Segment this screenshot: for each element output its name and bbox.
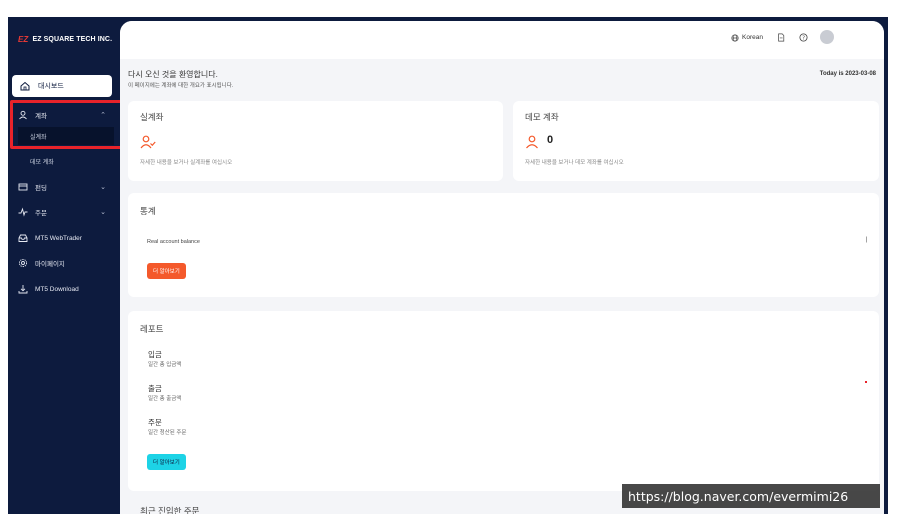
report-dot	[865, 381, 867, 383]
card-title: 실계좌	[140, 112, 164, 122]
highlight-box	[10, 100, 124, 149]
sidebar-item-order[interactable]: 주문 ⌄	[12, 202, 116, 222]
card-title: 통계	[140, 206, 156, 216]
logo-text: EZ SQUARE TECH INC.	[32, 36, 113, 43]
gear-icon	[18, 258, 28, 268]
today-date: Today is 2023-03-08	[819, 71, 876, 77]
sidebar-item-label: MT5 Download	[35, 285, 79, 293]
language-label: Korean	[742, 34, 763, 41]
top-bar: Korean ?	[120, 21, 884, 59]
welcome-subtitle: 이 페이지에는 계좌에 대한 개요가 표시됩니다.	[128, 83, 234, 89]
logo[interactable]: EZ EZ SQUARE TECH INC.	[18, 35, 112, 44]
sidebar-item-download[interactable]: MT5 Download	[12, 279, 116, 299]
report-deposit-label: 입금	[148, 350, 162, 359]
download-icon	[18, 285, 28, 294]
report-deposit-sub: 일간 총 입금액	[148, 362, 182, 368]
recent-orders-title: 최근 진입한 주문	[140, 506, 200, 514]
inbox-icon	[18, 234, 28, 242]
card-title: 데모 계좌	[525, 112, 559, 122]
balance-marker: |	[865, 237, 867, 243]
globe-icon	[731, 33, 739, 42]
stats-more-button[interactable]: 더 알아보기	[147, 263, 186, 279]
sidebar-subitem-demo-account[interactable]: 데모 계좌	[18, 152, 114, 170]
stats-card: 통계 Real account balance | 더 알아보기	[128, 193, 879, 297]
report-order-label: 주문	[148, 418, 162, 427]
sidebar-item-mypage[interactable]: 마이페이지	[12, 253, 116, 273]
sidebar-item-label: 주문	[35, 210, 47, 217]
sidebar-item-funding[interactable]: 펀딩 ⌄	[12, 177, 116, 197]
document-icon[interactable]	[777, 33, 785, 42]
sidebar-item-label: MT5 WebTrader	[35, 234, 82, 242]
card-note: 자세한 내용을 보거나 데모 계좌를 여십시오	[525, 160, 624, 166]
svg-text:?: ?	[802, 35, 805, 41]
sidebar: EZ EZ SQUARE TECH INC. 대시보드 계좌 ⌃ 실계좌 데모 …	[8, 17, 124, 514]
chevron-down-icon: ⌄	[100, 184, 106, 191]
report-withdraw-label: 출금	[148, 384, 162, 393]
help-icon[interactable]: ?	[799, 33, 808, 42]
user-icon	[526, 135, 538, 149]
sidebar-item-label: 마이페이지	[35, 261, 65, 268]
card-icon	[18, 183, 28, 191]
balance-label: Real account balance	[147, 239, 200, 245]
report-card: 레포트 입금 일간 총 입금액 출금 일간 총 출금액 주문 일간 청산된 주문…	[128, 311, 879, 491]
home-icon	[20, 81, 30, 91]
sidebar-item-label: 대시보드	[38, 83, 64, 90]
app-frame: EZ EZ SQUARE TECH INC. 대시보드 계좌 ⌃ 실계좌 데모 …	[8, 17, 888, 514]
real-account-card[interactable]: 실계좌 자세한 내용을 보거나 실계좌를 여십시오	[128, 101, 503, 181]
language-selector[interactable]: Korean	[731, 33, 763, 42]
sidebar-subitem-label: 데모 계좌	[30, 159, 54, 166]
main-content: Korean ? 다시 오신 것을 환영합니다. 이 페이지에는 계좌에 대한 …	[120, 21, 884, 514]
card-title: 레포트	[140, 324, 164, 334]
logo-mark: EZ	[18, 35, 29, 44]
sidebar-item-webtrader[interactable]: MT5 WebTrader	[12, 228, 116, 248]
welcome-title: 다시 오신 것을 환영합니다.	[128, 70, 218, 79]
report-more-button[interactable]: 더 알아보기	[147, 454, 186, 470]
activity-icon	[18, 207, 28, 217]
avatar[interactable]	[820, 30, 834, 44]
sidebar-item-dashboard[interactable]: 대시보드	[12, 75, 112, 97]
card-note: 자세한 내용을 보거나 실계좌를 여십시오	[140, 160, 233, 166]
user-check-icon	[140, 135, 156, 149]
watermark: https://blog.naver.com/evermimi26	[622, 484, 880, 508]
report-withdraw-sub: 일간 총 출금액	[148, 396, 182, 402]
chevron-down-icon: ⌄	[100, 209, 106, 216]
demo-account-count: 0	[547, 134, 554, 146]
demo-account-card[interactable]: 데모 계좌 0 자세한 내용을 보거나 데모 계좌를 여십시오	[513, 101, 879, 181]
sidebar-item-label: 펀딩	[35, 185, 47, 192]
report-order-sub: 일간 청산된 주문	[148, 430, 187, 436]
